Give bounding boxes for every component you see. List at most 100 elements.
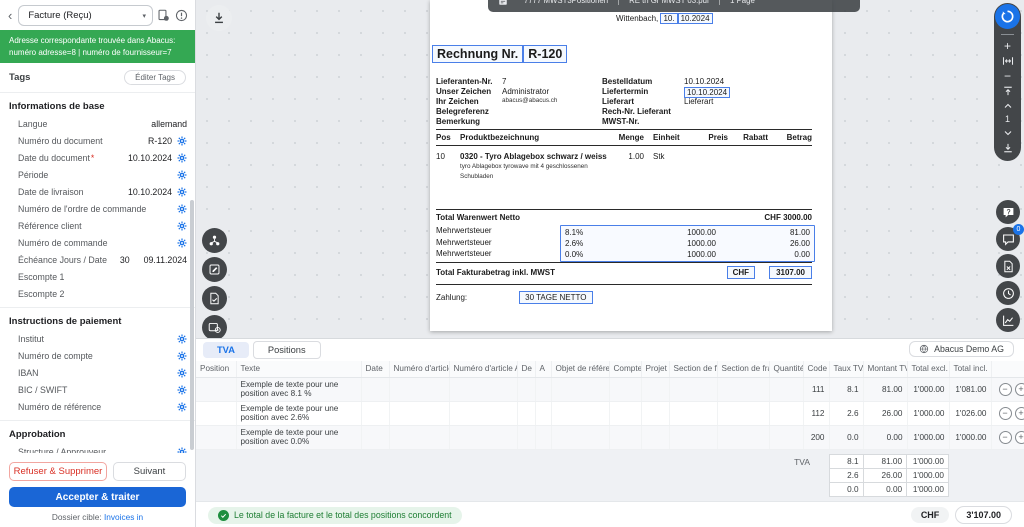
first-page-button[interactable] xyxy=(998,83,1018,98)
accept-process-button[interactable]: Accepter & traiter xyxy=(9,487,186,507)
auto-extract-gear-icon[interactable] xyxy=(177,334,187,344)
column-header[interactable]: De xyxy=(517,361,535,377)
edit-tags-button[interactable]: Éditer Tags xyxy=(124,70,186,85)
column-header[interactable]: Projet xyxy=(641,361,669,377)
next-page-button[interactable] xyxy=(998,125,1018,140)
field-escompte-2[interactable]: Escompte 2 xyxy=(0,285,195,302)
field-reference-client[interactable]: Référence client xyxy=(0,217,195,234)
row-montant-tva[interactable]: 26.00 xyxy=(863,401,907,425)
comments-button[interactable]: 0 xyxy=(996,227,1020,251)
extracted-field-highlight[interactable]: 10.2024 xyxy=(678,13,713,24)
back-button[interactable]: ‹ xyxy=(6,8,14,23)
column-header[interactable]: Position xyxy=(196,361,236,377)
column-header[interactable]: Total excl. xyxy=(907,361,949,377)
column-header[interactable]: Montant TVA xyxy=(863,361,907,377)
field-bic-swift[interactable]: BIC / SWIFT xyxy=(0,381,195,398)
auto-extract-gear-icon[interactable] xyxy=(177,385,187,395)
column-header[interactable]: Quantité xyxy=(769,361,803,377)
auto-extract-gear-icon[interactable] xyxy=(177,447,187,454)
column-header[interactable]: Section de frais xyxy=(669,361,717,377)
row-total-excl[interactable]: 1'000.00 xyxy=(907,401,949,425)
auto-extract-gear-icon[interactable] xyxy=(177,187,187,197)
tab-tva[interactable]: TVA xyxy=(203,342,249,358)
deepbox-logo[interactable] xyxy=(995,4,1020,29)
row-taux-tva[interactable]: 2.6 xyxy=(829,401,863,425)
field-institut[interactable]: Institut xyxy=(0,330,195,347)
auto-extract-gear-icon[interactable] xyxy=(177,170,187,180)
alert-icon[interactable] xyxy=(175,9,189,23)
column-header[interactable]: Code xyxy=(803,361,829,377)
auto-extract-gear-icon[interactable] xyxy=(177,238,187,248)
extracted-field-highlight[interactable]: 30 TAGE NETTO xyxy=(519,291,592,304)
field-numero-commande[interactable]: Numéro de commande xyxy=(0,234,195,251)
field-iban[interactable]: IBAN xyxy=(0,364,195,381)
next-button[interactable]: Suivant xyxy=(113,462,186,481)
extracted-field-highlight[interactable]: 10. xyxy=(660,13,677,24)
history-button[interactable] xyxy=(996,281,1020,305)
column-header[interactable]: Texte xyxy=(236,361,361,377)
remove-row-button[interactable]: − xyxy=(999,431,1012,444)
auto-extract-gear-icon[interactable] xyxy=(177,351,187,361)
zoom-out-button[interactable]: − xyxy=(998,68,1018,83)
download-button[interactable] xyxy=(206,5,232,31)
analytics-button[interactable] xyxy=(996,308,1020,332)
auto-extract-gear-icon[interactable] xyxy=(177,204,187,214)
help-button[interactable] xyxy=(996,200,1020,224)
field-date-document[interactable]: Date du document* 10.10.2024 xyxy=(0,149,195,166)
extracted-field-highlight[interactable]: 3107.00 xyxy=(769,266,812,279)
column-header[interactable]: Compte xyxy=(609,361,641,377)
document-reject-button[interactable] xyxy=(996,254,1020,278)
column-header[interactable]: Total incl. xyxy=(949,361,991,377)
vat-row[interactable]: Exemple de texte pour une position avec … xyxy=(196,377,1024,401)
row-montant-tva[interactable]: 0.00 xyxy=(863,425,907,449)
field-numero-compte[interactable]: Numéro de compte xyxy=(0,347,195,364)
column-header[interactable]: A xyxy=(535,361,551,377)
target-folder-link[interactable]: Invoices in xyxy=(104,512,143,522)
approval-flow-button[interactable] xyxy=(202,228,227,253)
field-numero-reference[interactable]: Numéro de référence xyxy=(0,398,195,415)
add-row-button[interactable]: + xyxy=(1015,383,1024,396)
previous-page-button[interactable] xyxy=(998,98,1018,113)
row-code[interactable]: 200 xyxy=(803,425,829,449)
row-taux-tva[interactable]: 8.1 xyxy=(829,377,863,401)
row-total-incl[interactable]: 1'026.00 xyxy=(949,401,991,425)
document-settings-icon[interactable] xyxy=(157,9,171,23)
row-texte[interactable]: Exemple de texte pour une position avec … xyxy=(236,377,361,401)
vat-row[interactable]: Exemple de texte pour une position avec … xyxy=(196,401,1024,425)
field-periode[interactable]: Période xyxy=(0,166,195,183)
row-montant-tva[interactable]: 81.00 xyxy=(863,377,907,401)
row-total-incl[interactable]: 1'000.00 xyxy=(949,425,991,449)
row-code[interactable]: 111 xyxy=(803,377,829,401)
document-title-bar[interactable]: 7777 MWST3Positionen RE th Gr MWST 03.pd… xyxy=(488,0,860,12)
add-row-button[interactable]: + xyxy=(1015,431,1024,444)
auto-extract-gear-icon[interactable] xyxy=(177,221,187,231)
validate-document-button[interactable] xyxy=(202,286,227,311)
row-code[interactable]: 112 xyxy=(803,401,829,425)
tab-positions[interactable]: Positions xyxy=(253,341,321,359)
column-header[interactable]: Section de frais 2 xyxy=(717,361,769,377)
field-numero-ordre-commande[interactable]: Numéro de l'ordre de commande xyxy=(0,200,195,217)
row-texte[interactable]: Exemple de texte pour une position avec … xyxy=(236,401,361,425)
auto-extract-gear-icon[interactable] xyxy=(177,368,187,378)
last-page-button[interactable] xyxy=(998,140,1018,155)
column-header[interactable]: Taux TVA xyxy=(829,361,863,377)
remove-row-button[interactable]: − xyxy=(999,383,1012,396)
row-texte[interactable]: Exemple de texte pour une position avec … xyxy=(236,425,361,449)
auto-extract-gear-icon[interactable] xyxy=(177,402,187,412)
column-header[interactable]: Numéro d'article xyxy=(389,361,449,377)
row-total-excl[interactable]: 1'000.00 xyxy=(907,425,949,449)
field-structure-approuveur[interactable]: Structure / Approuveur xyxy=(0,443,195,453)
column-header[interactable]: Objet de référence xyxy=(551,361,609,377)
fit-width-button[interactable] xyxy=(998,53,1018,68)
row-total-excl[interactable]: 1'000.00 xyxy=(907,377,949,401)
column-header[interactable]: Date xyxy=(361,361,389,377)
auto-extract-gear-icon[interactable] xyxy=(177,153,187,163)
extracted-field-highlight[interactable]: Rechnung Nr. xyxy=(432,45,523,63)
edit-note-button[interactable] xyxy=(202,257,227,282)
field-escompte-1[interactable]: Escompte 1 xyxy=(0,268,195,285)
field-echeance[interactable]: Échéance Jours / Date 30 09.11.2024 xyxy=(0,251,195,268)
field-numero-document[interactable]: Numéro du document R-120 xyxy=(0,132,195,149)
extracted-field-highlight[interactable]: CHF xyxy=(727,266,755,279)
column-header[interactable]: Numéro d'article Abacus xyxy=(449,361,517,377)
zoom-in-button[interactable]: + xyxy=(998,38,1018,53)
